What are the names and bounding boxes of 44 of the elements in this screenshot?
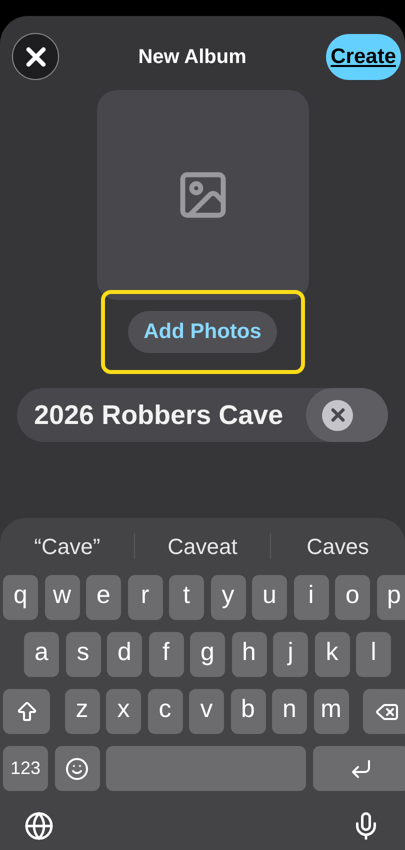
close-button[interactable] [12, 33, 59, 80]
suggestion-item[interactable]: “Cave” [0, 530, 134, 562]
create-button[interactable]: Create [326, 34, 401, 80]
letter-key[interactable]: e [86, 575, 121, 620]
letter-key[interactable]: u [252, 575, 287, 620]
suggestion-item[interactable]: Caves [270, 530, 405, 562]
add-photos-button[interactable]: Add Photos [128, 311, 278, 353]
letter-key[interactable]: k [314, 632, 350, 677]
globe-button[interactable] [24, 811, 54, 841]
globe-icon [24, 811, 54, 841]
letter-key[interactable]: m [314, 689, 348, 734]
letter-key[interactable]: q [3, 575, 38, 620]
shift-key[interactable] [3, 689, 50, 734]
suggestion-item[interactable]: Caveat [135, 530, 270, 562]
letter-key[interactable]: j [273, 632, 308, 677]
smiley-icon [65, 756, 89, 780]
letter-key[interactable]: v [189, 689, 224, 734]
emoji-key[interactable] [54, 746, 100, 791]
letter-key[interactable]: z [64, 689, 100, 734]
window-title: New Album [138, 44, 246, 70]
letter-key[interactable]: n [272, 689, 307, 734]
letter-key[interactable]: h [232, 632, 266, 677]
letter-key[interactable]: g [190, 632, 225, 677]
letter-key[interactable]: x [106, 689, 141, 734]
album-cover-placeholder[interactable] [96, 90, 308, 300]
field-value: 2026 Robbers Cave [34, 398, 284, 432]
letter-key[interactable]: l [356, 632, 391, 677]
letter-key[interactable]: r [128, 575, 162, 620]
letter-key[interactable]: c [148, 689, 182, 734]
letter-key[interactable]: a [24, 632, 59, 677]
letter-key[interactable]: i [294, 575, 328, 620]
letter-key[interactable]: t [169, 575, 204, 620]
letter-key[interactable]: p [376, 575, 405, 620]
letter-key[interactable]: f [148, 632, 184, 677]
letter-key[interactable]: b [230, 689, 266, 734]
letter-key[interactable]: s [66, 632, 100, 677]
numbers-key[interactable]: 123 [3, 746, 48, 791]
letter-key[interactable]: y [210, 575, 246, 620]
album-name-field[interactable]: 2026 Robbers Cave [17, 388, 388, 442]
clear-icon [322, 400, 353, 430]
letter-key[interactable]: d [107, 632, 142, 677]
letter-key[interactable]: w [44, 575, 80, 620]
letter-key[interactable]: o [335, 575, 370, 620]
backspace-key[interactable] [363, 689, 405, 734]
